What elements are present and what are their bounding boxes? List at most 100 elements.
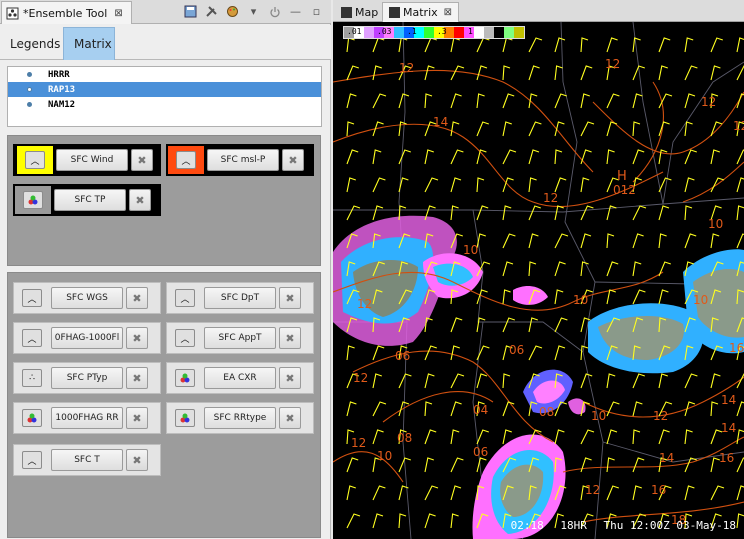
color-swatch[interactable]: ︿: [168, 146, 204, 174]
chevron-up-icon[interactable]: ︿: [22, 329, 42, 347]
power-icon[interactable]: [266, 3, 283, 20]
close-icon[interactable]: ⊠: [444, 7, 452, 18]
close-icon[interactable]: ✖: [279, 367, 301, 389]
field-button-sfc-dpt[interactable]: SFC DpT: [204, 287, 276, 309]
maximize-icon[interactable]: ▫: [308, 3, 325, 20]
map-icon: [341, 6, 352, 18]
chevron-up-icon[interactable]: ︿: [175, 289, 195, 307]
tab-ensemble-tool[interactable]: *Ensemble Tool ⊠: [1, 1, 132, 24]
close-icon[interactable]: ✖: [129, 189, 151, 211]
colorbar-segment: [394, 27, 404, 38]
field-button-sfc-wgs[interactable]: SFC WGS: [51, 287, 123, 309]
isobar-label: 12: [353, 371, 368, 385]
color-wheel-icon[interactable]: [22, 409, 42, 427]
model-row-nam12[interactable]: NAM12: [8, 97, 321, 112]
minimize-icon[interactable]: —: [287, 3, 304, 20]
colorbar-segment: [484, 27, 494, 38]
model-dot-icon: [27, 72, 32, 77]
colorbar-segment: [514, 27, 524, 38]
color-swatch[interactable]: [169, 404, 201, 432]
field-button-sfc-rrtype[interactable]: SFC RRtype: [204, 407, 276, 429]
tab-legends[interactable]: Legends: [0, 27, 63, 60]
palette-icon[interactable]: [224, 3, 241, 20]
color-wheel-icon[interactable]: [175, 369, 195, 387]
close-icon[interactable]: ✖: [282, 149, 304, 171]
color-swatch[interactable]: [169, 364, 201, 392]
field-slot-sfc-ptyp: ∴ SFC PTyp ✖: [13, 362, 161, 394]
save-icon[interactable]: [182, 3, 199, 20]
colorbar-label: 10: [527, 27, 537, 36]
close-icon[interactable]: ⊠: [114, 8, 122, 19]
isobar-label: 04: [473, 403, 488, 417]
color-swatch[interactable]: [16, 404, 48, 432]
close-icon[interactable]: ✖: [126, 327, 148, 349]
available-fields-group: ︿ SFC WGS ✖ ︿ SFC DpT ✖ ︿ 0FHAG-1000Fl ✖…: [7, 272, 321, 538]
field-button-ea-cxr[interactable]: EA CXR: [204, 367, 276, 389]
model-row-hrrr[interactable]: HRRR: [8, 67, 321, 82]
close-icon[interactable]: ✖: [279, 327, 301, 349]
field-slot-sfc-wind: ︿ SFC Wind ✖: [13, 144, 161, 176]
close-icon[interactable]: ✖: [279, 287, 301, 309]
field-button-sfc-ptyp[interactable]: SFC PTyp: [51, 367, 123, 389]
close-icon[interactable]: ✖: [279, 407, 301, 429]
field-slot-0fhag-1000fl: ︿ 0FHAG-1000Fl ✖: [13, 322, 161, 354]
isobar-label: 10: [463, 243, 478, 257]
color-swatch[interactable]: ︿: [16, 446, 48, 474]
close-icon[interactable]: ✖: [126, 287, 148, 309]
color-wheel-icon[interactable]: [23, 191, 43, 209]
isobar-label: 12: [653, 409, 668, 423]
field-button-sfc-wind[interactable]: SFC Wind: [56, 149, 128, 171]
chevron-up-icon[interactable]: ︿: [175, 329, 195, 347]
colorbar-segment: [454, 27, 464, 38]
field-slot-sfc-rrtype: SFC RRtype ✖: [166, 402, 314, 434]
colorbar-label: .1: [407, 27, 417, 36]
color-swatch[interactable]: [15, 186, 51, 214]
editor-tab-bar: Map Matrix ⊠: [333, 0, 744, 22]
colorbar-segment: [504, 27, 514, 38]
isobar-label: 08: [539, 405, 554, 419]
color-swatch[interactable]: ︿: [16, 324, 48, 352]
isobar-label: 12: [701, 95, 716, 109]
color-swatch[interactable]: ︿: [17, 146, 53, 174]
chevron-up-icon[interactable]: ︿: [22, 451, 42, 469]
color-swatch[interactable]: ∴: [16, 364, 48, 392]
color-swatch[interactable]: ︿: [169, 284, 201, 312]
close-icon[interactable]: ✖: [126, 407, 148, 429]
ensemble-subtabs: Legends Matrix: [0, 25, 331, 60]
isobar-label: 06: [509, 343, 524, 357]
color-swatch[interactable]: ︿: [169, 324, 201, 352]
isobar-label: 12: [605, 57, 620, 71]
close-icon[interactable]: ✖: [126, 449, 148, 471]
close-icon[interactable]: ✖: [126, 367, 148, 389]
dots-icon[interactable]: ∴: [22, 369, 42, 387]
isobar-label: 16: [651, 483, 666, 497]
view-tab-bar: *Ensemble Tool ⊠ ▾ — ▫: [0, 0, 331, 24]
tab-matrix[interactable]: Matrix: [63, 27, 115, 60]
chevron-down-icon[interactable]: ▾: [245, 3, 262, 20]
model-row-rap13[interactable]: RAP13: [8, 82, 321, 97]
tools-icon[interactable]: [203, 3, 220, 20]
field-button-sfc-t[interactable]: SFC T: [51, 449, 123, 471]
isobar-label: 10: [693, 293, 708, 307]
color-wheel-icon[interactable]: [175, 409, 195, 427]
field-button-0fhag-1000fl[interactable]: 0FHAG-1000Fl: [51, 327, 123, 349]
chevron-up-icon[interactable]: ︿: [25, 151, 45, 169]
colorbar-label: 1: [468, 27, 473, 36]
tab-matrix-editor[interactable]: Matrix ⊠: [382, 2, 460, 22]
field-button-sfc-tp[interactable]: SFC TP: [54, 189, 126, 211]
weather-map-canvas[interactable]: 1212121214121010101006060408121006081012…: [333, 22, 744, 539]
tab-map[interactable]: Map: [335, 2, 384, 22]
status-valid-time: Thu 12:00Z 03-May-18: [603, 519, 736, 532]
field-button-sfc-appt[interactable]: SFC AppT: [204, 327, 276, 349]
chevron-up-icon[interactable]: ︿: [176, 151, 196, 169]
field-button-sfc-msl-p[interactable]: SFC msl-P: [207, 149, 279, 171]
chevron-up-icon[interactable]: ︿: [22, 289, 42, 307]
active-fields-group: ︿ SFC Wind ✖ ︿ SFC msl-P ✖ SFC TP ✖: [7, 135, 321, 266]
isobar-label: 14: [659, 451, 674, 465]
close-icon[interactable]: ✖: [131, 149, 153, 171]
isobar-label: 10: [708, 217, 723, 231]
color-swatch[interactable]: ︿: [16, 284, 48, 312]
colorbar-segment: [474, 27, 484, 38]
isobar-label: 12: [351, 436, 366, 450]
field-button-1000fhag-rr[interactable]: 1000FHAG RR: [51, 407, 123, 429]
